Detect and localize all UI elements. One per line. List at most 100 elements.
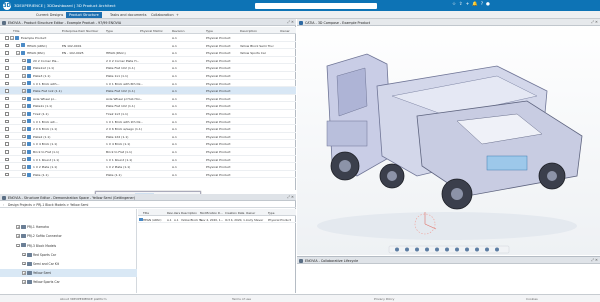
add-icon[interactable]: + <box>466 2 470 7</box>
row-checkbox[interactable] <box>5 96 9 101</box>
column-header[interactable]: Owner <box>246 211 255 215</box>
row-checkbox[interactable] <box>5 58 9 63</box>
row-checkbox[interactable] <box>5 66 9 70</box>
row-checkbox[interactable] <box>5 127 9 131</box>
expand-icon[interactable]: + <box>22 157 26 162</box>
column-header[interactable]: Description <box>181 211 197 215</box>
row-checkbox[interactable] <box>5 51 9 55</box>
expand-icon[interactable]: + <box>22 119 26 124</box>
column-header[interactable]: Title <box>13 29 19 33</box>
3d-model-canvas[interactable] <box>297 26 600 255</box>
expand-icon[interactable]: + <box>22 134 26 139</box>
table-row[interactable]: + Plate (1.1) Plate (1.1) A.1 Physical Produ… <box>0 171 296 179</box>
expand-icon[interactable]: + <box>22 142 26 146</box>
row-checkbox[interactable] <box>5 119 9 124</box>
table-row[interactable]: +1 X 1 Round (1.1) 1 X 1 Round (1.1) A.1 Ph… <box>0 156 296 164</box>
panel-controls[interactable]: ⤢ ✕ <box>591 20 598 24</box>
tab-product-structure[interactable]: Product Structure <box>66 12 102 18</box>
expand-icon[interactable]: + <box>22 112 26 116</box>
bookmark-icon[interactable]: ☆ <box>452 2 456 7</box>
expand-icon[interactable]: + <box>22 66 26 70</box>
row-checkbox[interactable] <box>5 36 9 40</box>
expand-icon[interactable]: + <box>22 104 26 108</box>
row-checkbox[interactable] <box>5 81 9 86</box>
row-checkbox[interactable] <box>5 74 9 78</box>
expand-icon[interactable]: + <box>22 58 26 63</box>
tab-add[interactable]: + <box>176 12 179 18</box>
expand-icon[interactable]: + <box>22 271 26 275</box>
expand-icon[interactable]: + <box>22 172 26 177</box>
tree-item[interactable]: + Yellow Sports Car <box>0 278 137 286</box>
tree-item[interactable]: + PRJ-2 Sofito Connector <box>0 232 137 240</box>
column-header[interactable]: Creation Date <box>225 211 244 215</box>
expand-icon[interactable]: + <box>22 150 26 154</box>
column-header[interactable]: Revision <box>172 29 185 33</box>
notifications-icon[interactable]: 🔔 <box>472 2 478 7</box>
expand-icon[interactable]: + <box>22 74 26 78</box>
panel-controls[interactable]: ⤢ ✕ <box>287 195 294 199</box>
table-row[interactable]: + Plate1x2 (1.1) Plate Flat 1X2 (1.1) A.1 Ph… <box>0 64 296 72</box>
table-row[interactable]: +2 X 6 Brick (1.1) 2 X 6 Brick w/Lego (1.… <box>0 125 296 133</box>
tree-item[interactable]: + Yellow Semi <box>0 269 137 277</box>
table-row[interactable]: − HEGN (APAC) EN 102-0001 A.1 Physical Produ… <box>0 42 296 50</box>
table-row[interactable]: + Plate2 (1.1) Plate 1X2 (1.1) A.1 Physical … <box>0 133 296 141</box>
expand-icon[interactable]: + <box>16 234 20 238</box>
user-avatar[interactable]: ● <box>486 2 490 7</box>
share-icon[interactable]: ⇪ <box>459 2 463 7</box>
status-cookies-link[interactable]: Cookies <box>526 297 538 301</box>
column-header[interactable]: Description <box>240 29 257 33</box>
column-header[interactable]: Type <box>106 29 113 33</box>
panel-controls[interactable]: ⤢ ✕ <box>287 20 294 24</box>
expand-icon[interactable]: + <box>22 127 26 131</box>
row-checkbox[interactable] <box>5 165 9 169</box>
tab-collaboration[interactable]: Collaboration <box>151 12 174 18</box>
compass-logo-icon[interactable]: 3D <box>3 1 11 10</box>
row-checkbox[interactable] <box>5 134 9 139</box>
expand-icon[interactable]: + <box>22 96 26 101</box>
table-row[interactable]: +1 X 1 Brick with... 1 X 1 Brick with 6th… <box>0 80 296 88</box>
table-row[interactable]: HEGN (APAC) A.1 A.1 Yellow Block S... No… <box>138 216 296 223</box>
table-row[interactable]: +1 X 4 Brick (1.1) 1 X 4 Brick (1.1) A.1 Ph… <box>0 140 296 148</box>
row-checkbox[interactable] <box>5 43 9 48</box>
row-checkbox[interactable] <box>5 104 9 108</box>
expand-icon[interactable]: + <box>22 89 26 93</box>
tree-item[interactable]: + Red Sports Car <box>0 251 137 259</box>
help-icon[interactable]: ? <box>481 2 483 7</box>
table-row[interactable]: + Brick to Flat (1.1) Brick to Flat (1.1) A… <box>0 148 296 156</box>
table-row[interactable]: + Plate3 (1.1) Plate 1x1 (1.1) A.1 Physical … <box>0 72 296 80</box>
row-checkbox[interactable] <box>5 172 9 177</box>
breadcrumb[interactable]: Design Projects > PRJ-1 Block Models > Y… <box>8 203 88 207</box>
expand-icon[interactable]: + <box>16 225 20 229</box>
expand-icon[interactable]: − <box>16 243 20 248</box>
column-header[interactable]: Owner <box>280 29 290 33</box>
tree-item[interactable]: + PRJ-1 Hamaha <box>0 223 137 231</box>
table-row[interactable]: − Example Product A.1 Physical Product <box>0 34 296 42</box>
tab-current-designs[interactable]: Current Designs <box>36 12 63 18</box>
column-header[interactable]: Physical Matrix <box>140 29 163 33</box>
tree-item[interactable]: − PRJ-3 Block Models <box>0 241 137 249</box>
table-row[interactable]: + Plate Flat 1x2 (1.1) Plate Flat 1X2 (1.1… <box>0 87 296 95</box>
expand-icon[interactable]: − <box>16 43 20 48</box>
column-header[interactable]: Modification D... <box>200 211 223 215</box>
column-header[interactable]: Enterprise Item Number <box>62 29 98 33</box>
table-row[interactable]: +2X 2 Corner Pla... 2 X 2 Corner Plate H.… <box>0 57 296 65</box>
expand-icon[interactable]: − <box>10 36 14 40</box>
row-checkbox[interactable] <box>5 157 9 162</box>
row-checkbox[interactable] <box>5 89 9 93</box>
column-header[interactable]: Type <box>268 211 274 215</box>
status-about-link[interactable]: About 3DEXPERIENCE platform <box>60 297 107 301</box>
row-checkbox[interactable] <box>5 112 9 116</box>
expand-icon[interactable]: − <box>16 51 20 55</box>
status-terms-link[interactable]: Terms of use <box>232 297 251 301</box>
table-row[interactable]: + Axle Wheel pl... Axle Wheel pl Hub Hol..… <box>0 95 296 103</box>
expand-icon[interactable]: + <box>22 252 26 257</box>
column-header[interactable]: Title <box>143 211 149 215</box>
row-checkbox[interactable] <box>5 142 9 146</box>
expand-icon[interactable]: + <box>22 165 26 169</box>
back-icon[interactable]: ‹ <box>3 203 4 207</box>
expand-icon[interactable]: + <box>22 280 26 284</box>
table-row[interactable]: − HEGN (PAC) EN - 102-0025 HEGN (PACn) A.1 Ph… <box>0 49 296 57</box>
tree-item[interactable]: + Semi and Car Kit <box>0 260 137 268</box>
table-row[interactable]: +1 X 2 Plate (1.1) 1 X 2 Plate (1.1) A.1 Ph… <box>0 163 296 171</box>
search-input[interactable] <box>255 2 377 9</box>
